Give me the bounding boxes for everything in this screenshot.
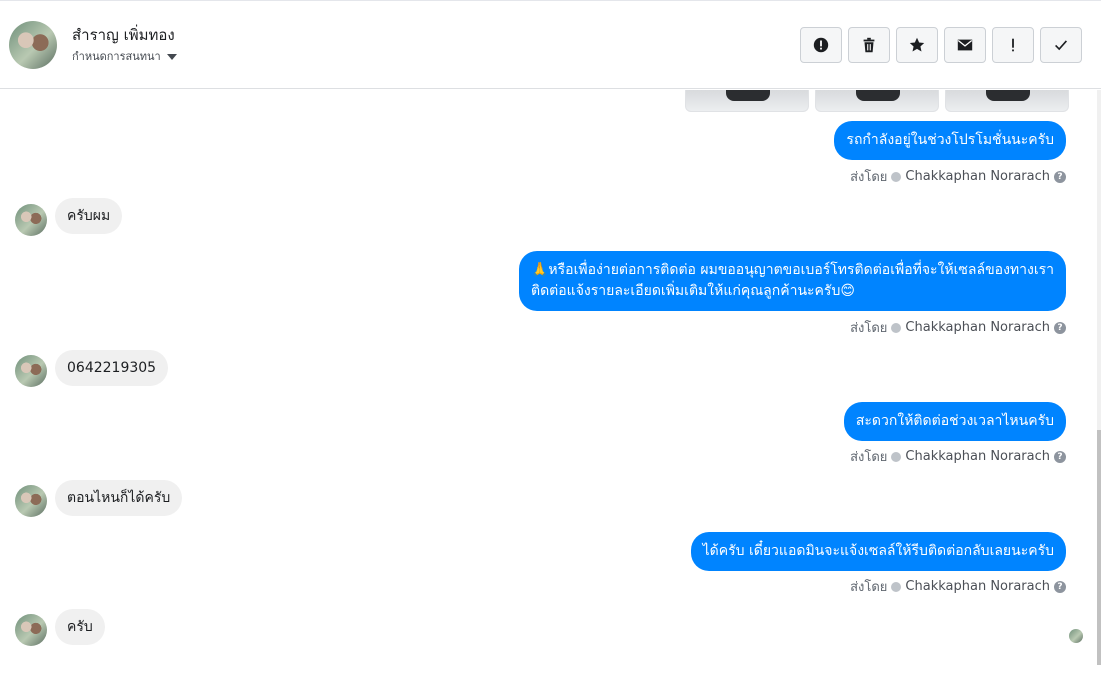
image-thumbnail[interactable] <box>685 90 809 112</box>
sent-by-label: ส่งโดย Chakkaphan Norarach ? <box>850 576 1066 597</box>
verified-icon <box>891 451 902 462</box>
outgoing-message[interactable]: รถกำลังอยู่ในช่วงโปรโมชั่นนะครับ <box>834 121 1066 160</box>
agent-name[interactable]: Chakkaphan Norarach <box>905 320 1050 335</box>
customer-avatar <box>15 485 47 517</box>
sent-by-prefix: ส่งโดย <box>850 170 888 185</box>
mark-unread-button[interactable] <box>944 27 986 63</box>
verified-icon <box>891 581 902 592</box>
help-icon[interactable]: ? <box>1054 321 1066 334</box>
customer-avatar <box>15 614 47 646</box>
help-icon[interactable]: ? <box>1054 580 1066 593</box>
seen-indicator-avatar <box>1069 629 1083 643</box>
checkmark-icon <box>1055 40 1068 51</box>
scrollbar-thumb[interactable] <box>1097 430 1101 665</box>
toolbar <box>800 27 1082 63</box>
help-icon[interactable]: ? <box>1054 450 1066 463</box>
sent-by-label: ส่งโดย Chakkaphan Norarach ? <box>850 317 1066 338</box>
verified-icon <box>891 322 902 333</box>
sent-by-prefix: ส่งโดย <box>850 450 888 465</box>
incoming-message[interactable]: ตอนไหนก็ได้ครับ <box>55 480 183 516</box>
contact-avatar[interactable] <box>9 21 57 69</box>
message-thread[interactable]: รถกำลังอยู่ในช่วงโปรโมชั่นนะครับ ส่งโดย … <box>0 90 1101 675</box>
outgoing-message[interactable]: สะดวกให้ติดต่อช่วงเวลาไหนครับ <box>843 402 1066 441</box>
incoming-message[interactable]: ครับ <box>55 609 105 645</box>
sent-by-prefix: ส่งโดย <box>850 580 888 595</box>
contact-name[interactable]: สำราญ เพิ่มทอง <box>72 23 175 47</box>
follow-up-button[interactable] <box>992 27 1034 63</box>
star-icon <box>909 37 925 52</box>
verified-icon <box>891 171 902 182</box>
image-thumbnail[interactable] <box>815 90 939 112</box>
agent-name[interactable]: Chakkaphan Norarach <box>905 169 1050 184</box>
image-attachments <box>685 90 1069 112</box>
outgoing-message[interactable]: 🙏หรือเพื่อง่ายต่อการติดต่อ ผมขออนุญาตขอเ… <box>519 251 1066 311</box>
delete-button[interactable] <box>848 27 890 63</box>
alert-circle-icon <box>813 37 829 53</box>
report-spam-button[interactable] <box>800 27 842 63</box>
message-line: 🙏หรือเพื่อง่ายต่อการติดต่อ ผมขออนุญาตขอเ… <box>531 262 1054 278</box>
trash-icon <box>863 37 875 53</box>
image-thumbnail[interactable] <box>945 90 1069 112</box>
message-line: ติดต่อแจ้งรายละเอียดเพิ่มเติมให้แก่คุณลู… <box>531 283 855 299</box>
caret-down-icon <box>166 53 177 60</box>
conversation-header: สำราญ เพิ่มทอง กำหนดการสนทนา <box>0 0 1101 89</box>
help-icon[interactable]: ? <box>1054 170 1066 183</box>
incoming-message[interactable]: ครับผม <box>55 198 123 234</box>
incoming-message[interactable]: 0642219305 <box>55 350 169 386</box>
exclamation-icon <box>1012 38 1014 52</box>
outgoing-message[interactable]: ได้ครับ เดี๋ยวแอดมินจะแจ้งเซลล์ให้รีบติด… <box>690 532 1066 571</box>
mark-done-button[interactable] <box>1040 27 1082 63</box>
assign-conversation-dropdown[interactable]: กำหนดการสนทนา <box>72 47 177 65</box>
customer-avatar <box>15 204 47 236</box>
customer-avatar <box>15 355 47 387</box>
sent-by-label: ส่งโดย Chakkaphan Norarach ? <box>850 166 1066 187</box>
assign-label: กำหนดการสนทนา <box>72 50 161 63</box>
envelope-icon <box>957 39 973 51</box>
sent-by-label: ส่งโดย Chakkaphan Norarach ? <box>850 446 1066 467</box>
star-button[interactable] <box>896 27 938 63</box>
sent-by-prefix: ส่งโดย <box>850 321 888 336</box>
agent-name[interactable]: Chakkaphan Norarach <box>905 449 1050 464</box>
agent-name[interactable]: Chakkaphan Norarach <box>905 579 1050 594</box>
